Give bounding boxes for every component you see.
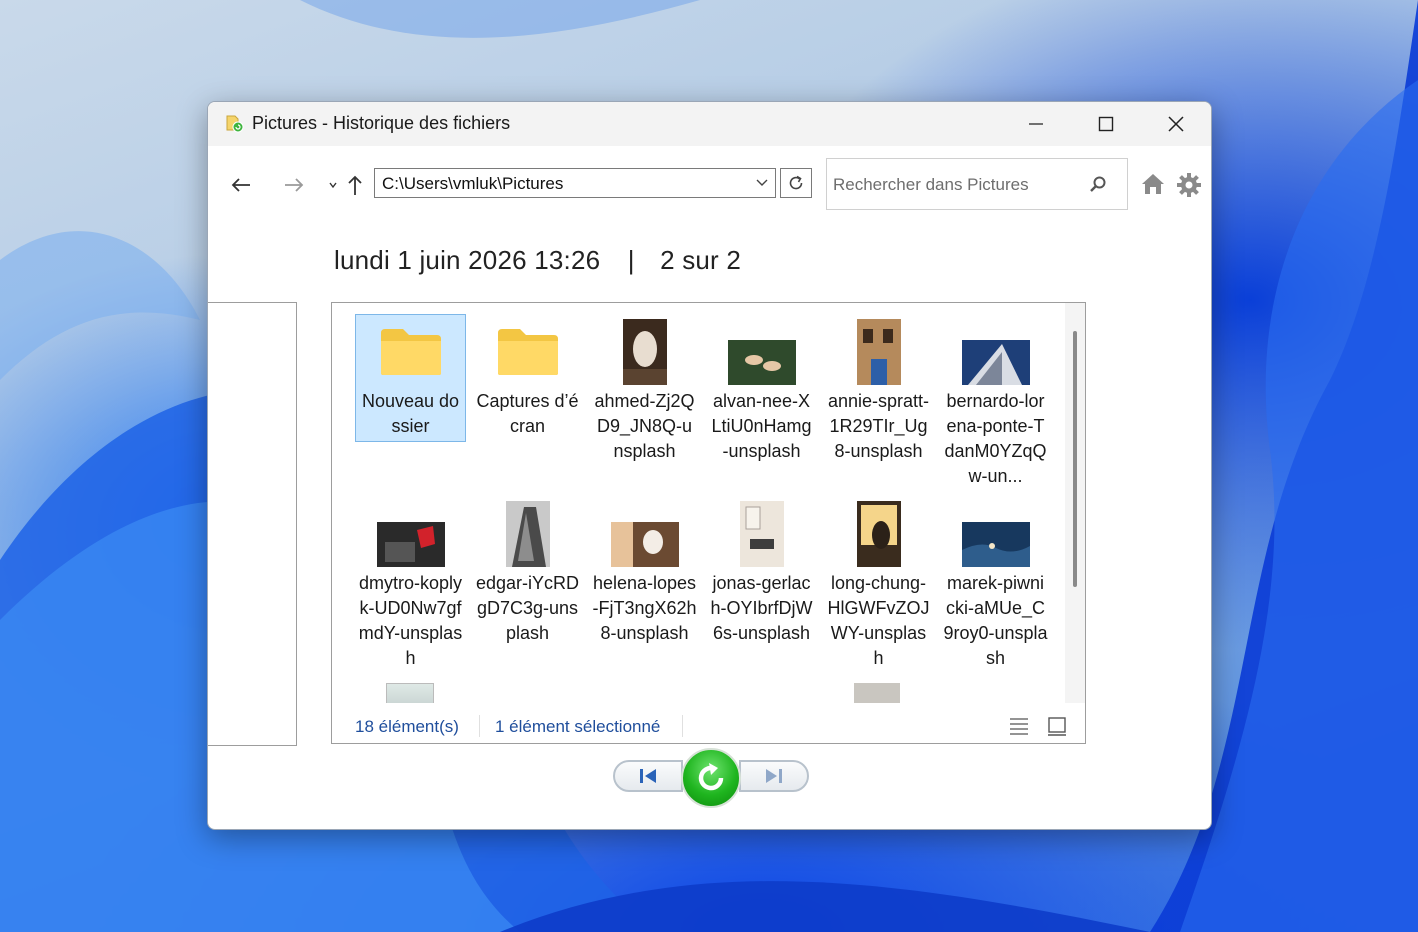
folder-icon	[380, 329, 441, 375]
next-version-button[interactable]	[739, 760, 809, 792]
recent-locations-button[interactable]	[326, 174, 340, 196]
details-view-icon[interactable]	[1009, 717, 1029, 735]
photo-thumbnail-icon	[961, 340, 1030, 385]
restore-icon	[698, 763, 724, 791]
file-item-label: edgar-iYcRDgD7C3g-unsplash	[475, 573, 580, 643]
file-item-label: long-chung-HlGWFvZOJWY-unsplash	[827, 573, 930, 668]
file-item-label: Captures d’écran	[476, 391, 579, 436]
address-dropdown-icon[interactable]	[755, 175, 769, 189]
file-item[interactable]: dmytro-koplyk-UD0Nw7gfmdY-unsplash	[355, 496, 466, 668]
file-item[interactable]: marek-piwnicki-aMUe_C9roy0-unsplash	[940, 496, 1051, 668]
snapshot-date: lundi 1 juin 2026 13:26	[334, 245, 601, 275]
file-item[interactable]: edgar-iYcRDgD7C3g-unsplash	[472, 496, 583, 668]
file-item[interactable]: long-chung-HlGWFvZOJWY-unsplash	[823, 496, 934, 668]
file-item-label: dmytro-koplyk-UD0Nw7gfmdY-unsplash	[358, 573, 463, 668]
arrow-right-icon	[285, 178, 304, 192]
arrow-up-icon	[348, 175, 362, 195]
photo-thumbnail-icon	[856, 319, 901, 385]
refresh-icon	[789, 175, 803, 190]
file-item-label: marek-piwnicki-aMUe_C9roy0-unsplash	[943, 573, 1048, 668]
close-button[interactable]	[1141, 102, 1211, 146]
previous-version-button[interactable]	[613, 760, 683, 792]
arrow-left-icon	[231, 178, 250, 192]
vertical-scrollbar[interactable]	[1065, 303, 1085, 703]
folder-icon	[497, 329, 558, 375]
maximize-button[interactable]	[1071, 102, 1141, 146]
up-button[interactable]	[342, 174, 368, 196]
title-bar: Pictures - Historique des fichiers	[208, 102, 1211, 146]
back-button[interactable]	[224, 174, 258, 196]
file-grid: Nouveau dossier Captures d’écran ahmed-Z…	[332, 303, 1065, 703]
file-item[interactable]: bernardo-lorena-ponte-TdanM0YZqQw-un...	[940, 314, 1051, 486]
photo-thumbnail-icon	[376, 522, 445, 567]
large-icons-view-icon[interactable]	[1047, 716, 1067, 736]
snapshot-position: 2 sur 2	[660, 245, 741, 275]
search-placeholder: Rechercher dans Pictures	[833, 175, 1029, 194]
photo-thumbnail-icon	[505, 501, 550, 567]
photo-thumbnail-icon	[739, 501, 784, 567]
window-title: Pictures - Historique des fichiers	[252, 113, 511, 133]
address-text: C:\Users\vmluk\Pictures	[382, 174, 564, 193]
refresh-button[interactable]	[780, 168, 812, 198]
previous-snapshot-pane[interactable]	[208, 302, 297, 746]
file-item[interactable]: annie-spratt-1R29TIr_Ug8-unsplash	[823, 314, 934, 486]
file-item-label: Nouveau dossier	[361, 391, 460, 436]
file-item[interactable]: Captures d’écran	[472, 314, 583, 486]
status-divider	[682, 715, 683, 737]
file-item-label: jonas-gerlach-OYIbrfDjW6s-unsplash	[710, 573, 813, 643]
item-count: 18 élément(s)	[355, 717, 459, 736]
file-item[interactable]: helena-lopes-FjT3ngX62h8-unsplash	[589, 496, 700, 668]
snapshot-date-line: lundi 1 juin 2026 13:26 | 2 sur 2	[334, 245, 741, 276]
snapshot-separator: |	[627, 245, 635, 275]
file-history-window: Pictures - Historique des fichiers C:\Us…	[207, 101, 1212, 830]
photo-thumbnail-partial	[386, 683, 434, 703]
skip-forward-icon	[766, 769, 782, 783]
scrollbar-thumb[interactable]	[1073, 331, 1077, 587]
file-item-label: alvan-nee-XLtiU0nHamg-unsplash	[711, 391, 812, 461]
address-bar[interactable]: C:\Users\vmluk\Pictures	[374, 168, 776, 198]
photo-thumbnail-icon	[856, 501, 901, 567]
chevron-down-icon	[329, 182, 337, 189]
maximize-icon	[1098, 116, 1114, 132]
gear-icon[interactable]	[1176, 172, 1202, 198]
file-item[interactable]: jonas-gerlach-OYIbrfDjW6s-unsplash	[706, 496, 817, 668]
file-item[interactable]: alvan-nee-XLtiU0nHamg-unsplash	[706, 314, 817, 486]
search-box[interactable]: Rechercher dans Pictures	[826, 158, 1128, 210]
current-snapshot-pane: Nouveau dossier Captures d’écran ahmed-Z…	[331, 302, 1086, 744]
restore-button[interactable]	[681, 748, 741, 808]
photo-thumbnail-icon	[727, 340, 796, 385]
file-item-label: bernardo-lorena-ponte-TdanM0YZqQw-un...	[944, 391, 1047, 486]
forward-button[interactable]	[277, 174, 311, 196]
file-item-label: ahmed-Zj2QD9_JN8Q-unsplash	[594, 391, 695, 461]
file-item[interactable]: ahmed-Zj2QD9_JN8Q-unsplash	[589, 314, 700, 486]
status-bar: 18 élément(s) 1 élément sélectionné	[332, 705, 1085, 743]
file-item-label: helena-lopes-FjT3ngX62h8-unsplash	[592, 573, 697, 643]
selection-status: 1 élément sélectionné	[495, 717, 661, 736]
photo-thumbnail-icon	[610, 522, 679, 567]
skip-back-icon	[640, 769, 656, 783]
search-icon	[1090, 176, 1106, 192]
photo-thumbnail-partial	[854, 683, 900, 703]
home-icon[interactable]	[1140, 172, 1166, 196]
minimize-button[interactable]	[1001, 102, 1071, 146]
file-item-label: annie-spratt-1R29TIr_Ug8-unsplash	[827, 391, 930, 461]
minimize-icon	[1029, 123, 1043, 125]
file-item[interactable]: Nouveau dossier	[355, 314, 466, 442]
status-divider	[479, 715, 480, 737]
photo-thumbnail-icon	[622, 319, 667, 385]
history-playback-controls	[613, 748, 809, 808]
file-history-app-icon	[226, 115, 244, 133]
close-icon	[1168, 116, 1184, 132]
photo-thumbnail-icon	[961, 522, 1030, 567]
